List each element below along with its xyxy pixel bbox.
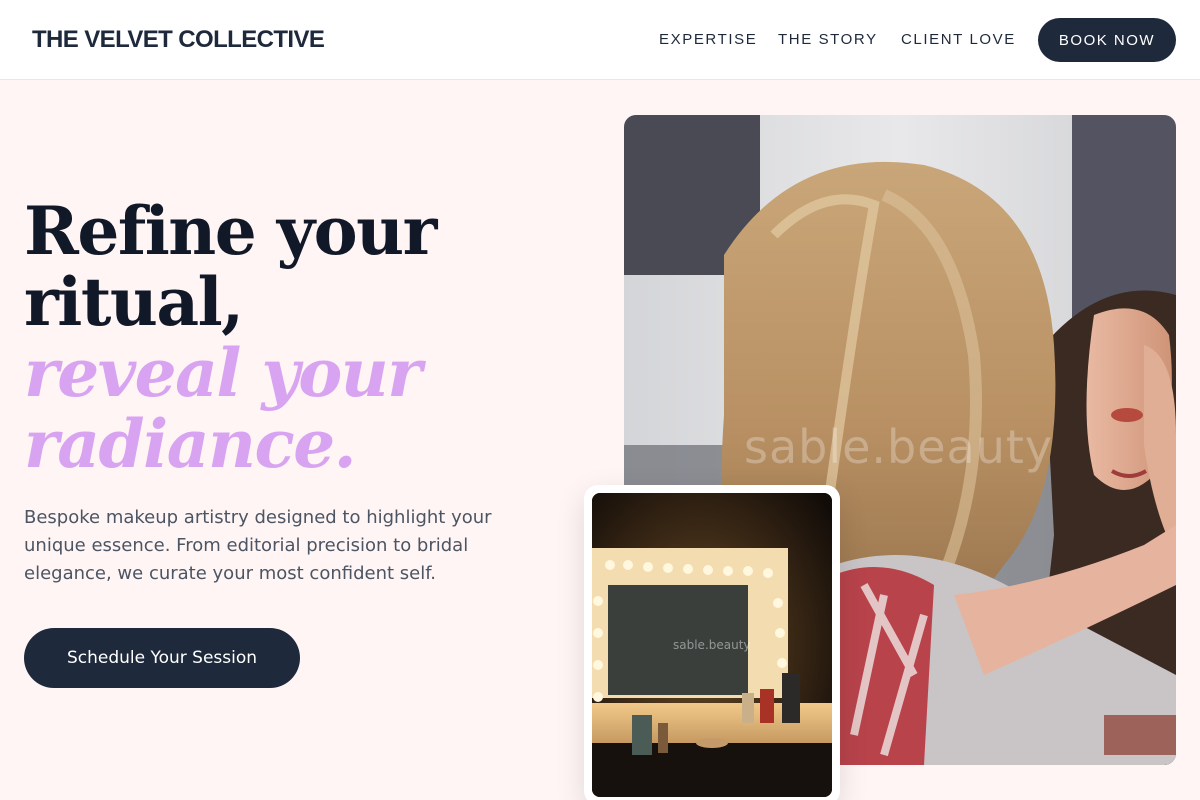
hero-description: Bespoke makeup artistry designed to high… (24, 507, 492, 584)
brand-logo[interactable]: THE VELVET COLLECTIVE (32, 26, 325, 54)
hero-watermark-text: sable.beauty (744, 420, 1054, 474)
card-watermark-text: sable.beauty (673, 638, 751, 652)
headline-line-1: Refine your (24, 192, 437, 270)
nav-link-client-love[interactable]: CLIENT LOVE (901, 31, 1016, 48)
top-nav: THE VELVET COLLECTIVE EXPERTISE THE STOR… (0, 0, 1200, 80)
nav-link-the-story[interactable]: THE STORY (778, 31, 878, 48)
schedule-session-button[interactable]: Schedule Your Session (24, 628, 300, 688)
headline-accent-line-1: reveal your (24, 334, 422, 412)
book-now-button[interactable]: BOOK NOW (1038, 18, 1176, 62)
headline-accent-line-2: radiance. (24, 405, 357, 483)
hero-headline: Refine your ritual, reveal your radiance… (24, 196, 544, 480)
nav-link-expertise[interactable]: EXPERTISE (659, 31, 757, 48)
headline-line-2: ritual, (24, 263, 244, 341)
